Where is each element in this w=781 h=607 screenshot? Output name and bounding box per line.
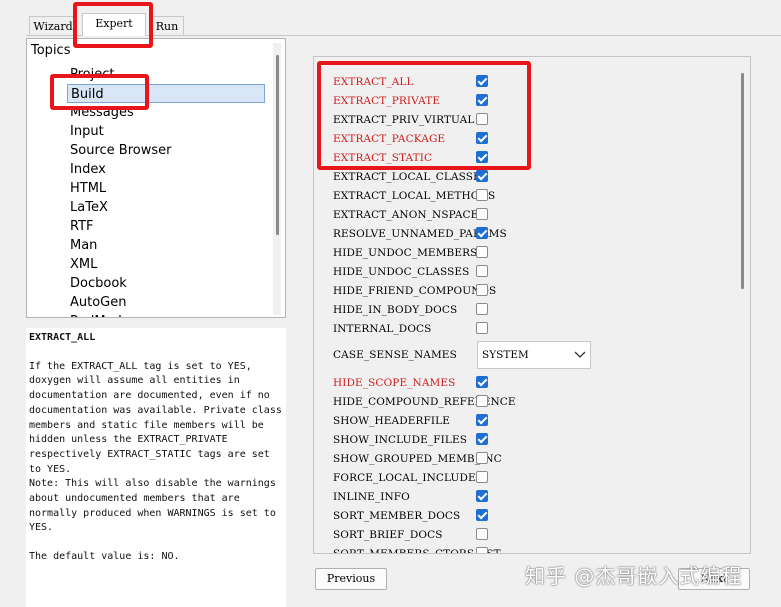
option-checkbox[interactable] xyxy=(476,265,488,277)
option-checkbox[interactable] xyxy=(476,322,488,334)
option-label: HIDE_FRIEND_COMPOUNDS xyxy=(333,285,497,297)
topic-item-input[interactable]: Input xyxy=(70,122,104,141)
option-row-extract-local-classes: EXTRACT_LOCAL_CLASSES xyxy=(333,169,593,188)
topic-item-rtf[interactable]: RTF xyxy=(70,217,94,236)
option-checkbox[interactable] xyxy=(476,227,488,239)
topic-item-xml[interactable]: XML xyxy=(70,255,97,274)
option-label: FORCE_LOCAL_INCLUDES xyxy=(333,472,484,484)
topic-item-autogen[interactable]: AutoGen xyxy=(70,293,127,312)
option-row-show-include-files: SHOW_INCLUDE_FILES xyxy=(333,432,593,451)
option-label: INLINE_INFO xyxy=(333,491,410,503)
topic-item-html[interactable]: HTML xyxy=(70,179,106,198)
topic-item-latex[interactable]: LaTeX xyxy=(70,198,108,217)
settings-scrollbar-thumb[interactable] xyxy=(741,73,744,289)
option-label: EXTRACT_LOCAL_CLASSES xyxy=(333,171,489,183)
option-checkbox[interactable] xyxy=(476,528,488,540)
topic-item-source-browser[interactable]: Source Browser xyxy=(70,141,171,160)
case-sense-names-select[interactable]: SYSTEM xyxy=(477,341,591,369)
option-label: EXTRACT_ANON_NSPACES xyxy=(333,209,486,221)
option-row-hide-scope-names: HIDE_SCOPE_NAMES xyxy=(333,375,593,394)
option-row-force-local-includes: FORCE_LOCAL_INCLUDES xyxy=(333,470,593,489)
topics-header: Topics xyxy=(31,43,71,58)
help-body: If the EXTRACT_ALL tag is set to YES, do… xyxy=(29,360,282,534)
previous-button[interactable]: Previous xyxy=(315,568,387,590)
option-row-hide-in-body-docs: HIDE_IN_BODY_DOCS xyxy=(333,302,593,321)
option-label: SHOW_INCLUDE_FILES xyxy=(333,434,468,446)
option-checkbox[interactable] xyxy=(476,189,488,201)
option-label: SHOW_HEADERFILE xyxy=(333,415,450,427)
option-row-sort-brief-docs: SORT_BRIEF_DOCS xyxy=(333,527,593,546)
option-checkbox[interactable] xyxy=(476,490,488,502)
topics-scrollbar-thumb[interactable] xyxy=(276,55,279,235)
option-checkbox[interactable] xyxy=(476,414,488,426)
option-row-hide-undoc-classes: HIDE_UNDOC_CLASSES xyxy=(333,264,593,283)
topic-item-docbook[interactable]: Docbook xyxy=(70,274,127,293)
option-checkbox[interactable] xyxy=(476,433,488,445)
option-row-show-headerfile: SHOW_HEADERFILE xyxy=(333,413,593,432)
option-checkbox[interactable] xyxy=(476,208,488,220)
option-checkbox[interactable] xyxy=(476,509,488,521)
help-default-value: The default value is: NO. xyxy=(29,551,180,563)
select-value: SYSTEM xyxy=(482,349,529,361)
option-checkbox[interactable] xyxy=(476,170,488,182)
option-row-resolve-unnamed-params: RESOLVE_UNNAMED_PARAMS xyxy=(333,226,593,245)
option-label: SORT_BRIEF_DOCS xyxy=(333,529,443,541)
watermark-text: 知乎 @杰哥嵌入式编程 xyxy=(525,564,743,588)
option-label: HIDE_UNDOC_CLASSES xyxy=(333,266,470,278)
help-title: EXTRACT_ALL xyxy=(29,332,96,343)
option-checkbox[interactable] xyxy=(476,246,488,258)
option-label: SORT_MEMBER_DOCS xyxy=(333,510,461,522)
highlight-build-topic xyxy=(50,74,149,110)
option-label: HIDE_UNDOC_MEMBERS xyxy=(333,247,478,259)
topic-item-perlmod[interactable]: PerlMod xyxy=(70,312,122,317)
option-checkbox[interactable] xyxy=(476,284,488,296)
option-label: HIDE_SCOPE_NAMES xyxy=(333,377,456,389)
topic-item-index[interactable]: Index xyxy=(70,160,106,179)
highlight-extract-options xyxy=(317,61,531,170)
tab-wizard[interactable]: Wizard xyxy=(29,16,77,36)
option-label: EXTRACT_LOCAL_METHODS xyxy=(333,190,496,202)
tab-expert[interactable]: Expert xyxy=(82,13,146,36)
option-label: HIDE_COMPOUND_REFERENCE xyxy=(333,396,516,408)
option-checkbox[interactable] xyxy=(476,452,488,464)
option-row-inline-info: INLINE_INFO xyxy=(333,489,593,508)
option-checkbox[interactable] xyxy=(476,303,488,315)
option-row-sort-member-docs: SORT_MEMBER_DOCS xyxy=(333,508,593,527)
option-row-internal-docs: INTERNAL_DOCS xyxy=(333,321,593,340)
option-row-extract-anon-nspaces: EXTRACT_ANON_NSPACES xyxy=(333,207,593,226)
option-row-hide-compound-reference: HIDE_COMPOUND_REFERENCE xyxy=(333,394,593,413)
option-checkbox[interactable] xyxy=(476,471,488,483)
option-row-extract-local-methods: EXTRACT_LOCAL_METHODS xyxy=(333,188,593,207)
tab-run[interactable]: Run xyxy=(150,16,184,36)
option-row-hide-undoc-members: HIDE_UNDOC_MEMBERS xyxy=(333,245,593,264)
help-text-panel: EXTRACT_ALL If the EXTRACT_ALL tag is se… xyxy=(26,328,286,607)
topic-item-man[interactable]: Man xyxy=(70,236,97,255)
option-row-hide-friend-compounds: HIDE_FRIEND_COMPOUNDS xyxy=(333,283,593,302)
option-label: INTERNAL_DOCS xyxy=(333,323,432,335)
option-checkbox[interactable] xyxy=(476,547,488,553)
chevron-down-icon xyxy=(574,351,586,358)
option-label: HIDE_IN_BODY_DOCS xyxy=(333,304,458,316)
option-checkbox[interactable] xyxy=(476,395,488,407)
option-checkbox[interactable] xyxy=(476,376,488,388)
option-row-show-grouped-memb-inc: SHOW_GROUPED_MEMB_INC xyxy=(333,451,593,470)
option-label: CASE_SENSE_NAMES xyxy=(333,349,457,361)
option-row-sort-members-ctors-1st: SORT_MEMBERS_CTORS_1ST xyxy=(333,546,593,553)
